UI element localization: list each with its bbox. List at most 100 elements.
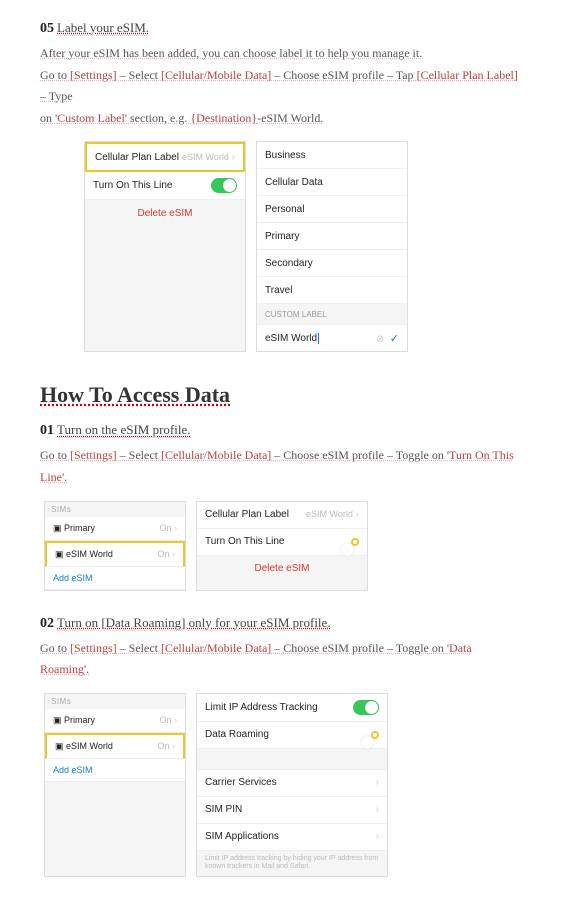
- limit-ip-row[interactable]: Limit IP Address Tracking: [197, 694, 387, 722]
- chevron-right-icon: ›: [376, 831, 379, 842]
- step-02-header: 02 Turn on [Data Roaming] only for your …: [40, 615, 523, 632]
- delete-esim-link[interactable]: Delete eSIM: [93, 208, 237, 219]
- add-esim-link[interactable]: Add eSIM: [53, 765, 93, 775]
- label: Turn On This Line: [93, 180, 172, 191]
- chevron-right-icon: ›: [174, 715, 177, 725]
- panel-02-right: Limit IP Address Tracking Data Roaming C…: [196, 693, 388, 877]
- sim-primary-row[interactable]: ▣ Primary On ›: [45, 517, 185, 541]
- delete-esim-row[interactable]: Delete eSIM: [197, 556, 367, 582]
- step-title: Label your eSIM.: [57, 20, 149, 36]
- chevron-right-icon: ›: [232, 152, 235, 163]
- step-02-body: Go to [Settings] – Select [Cellular/Mobi…: [40, 638, 523, 681]
- step-number: 05: [40, 21, 54, 36]
- kw-cellular: [Cellular/Mobile Data]: [161, 68, 271, 82]
- kw-cellular: [Cellular/Mobile Data]: [161, 641, 271, 655]
- sims-header: SIMs: [45, 502, 185, 517]
- label: SIM Applications: [205, 831, 279, 842]
- text: Go to: [40, 641, 70, 655]
- text: – Type: [40, 89, 73, 103]
- kw-custom-label: Custom Label: [57, 111, 125, 125]
- delete-esim-link[interactable]: Delete eSIM: [205, 563, 359, 574]
- label: Cellular Plan Label: [205, 509, 289, 520]
- label: Primary: [64, 715, 95, 725]
- section-title: How To Access Data: [40, 382, 523, 408]
- opt: Secondary: [265, 258, 313, 269]
- sim-esim-row[interactable]: ▣ eSIM World On ›: [45, 733, 185, 759]
- opt: Travel: [265, 285, 292, 296]
- label-option[interactable]: Primary: [257, 223, 407, 250]
- label: Data Roaming: [205, 729, 269, 740]
- panel-01: SIMs ▣ Primary On › ▣ eSIM World On › Ad…: [44, 501, 523, 591]
- label-option[interactable]: Personal: [257, 196, 407, 223]
- text: After your eSIM has been added, you can …: [40, 46, 422, 60]
- carrier-services-row[interactable]: Carrier Services ›: [197, 770, 387, 797]
- sim-esim-row[interactable]: ▣ eSIM World On ›: [45, 541, 185, 567]
- turn-on-line-row[interactable]: Turn On This Line: [85, 172, 245, 200]
- text: Go to: [40, 448, 70, 462]
- text: – Select: [117, 68, 161, 82]
- data-roaming-row[interactable]: Data Roaming: [197, 722, 387, 749]
- custom-label-header: CUSTOM LABEL: [257, 304, 407, 325]
- opt: Business: [265, 150, 306, 161]
- text: '.: [62, 470, 67, 484]
- step-05-header: 05 Label your eSIM.: [40, 20, 523, 37]
- cellular-plan-label-row[interactable]: Cellular Plan Label eSIM World ›: [197, 502, 367, 529]
- custom-label-value: eSIM World: [265, 333, 319, 344]
- label-option[interactable]: Secondary: [257, 250, 407, 277]
- step-title: Turn on [Data Roaming] only for your eSI…: [57, 615, 331, 631]
- label: Turn On This Line: [205, 536, 284, 547]
- kw-destination: {Destination}: [190, 111, 257, 125]
- label: Primary: [64, 523, 95, 533]
- sims-header: SIMs: [45, 694, 185, 709]
- sim-applications-row[interactable]: SIM Applications ›: [197, 824, 387, 851]
- panel-02: SIMs ▣ Primary On › ▣ eSIM World On › Ad…: [44, 693, 523, 877]
- kw-settings: [Settings]: [70, 68, 117, 82]
- text: on ': [40, 111, 57, 125]
- toggle-on-icon[interactable]: [211, 178, 237, 193]
- panel-01-left: SIMs ▣ Primary On › ▣ eSIM World On › Ad…: [44, 501, 186, 591]
- text: – Select: [117, 448, 161, 462]
- panel-01-right: Cellular Plan Label eSIM World › Turn On…: [196, 501, 368, 591]
- spacer: [197, 749, 387, 770]
- chevron-right-icon: ›: [356, 509, 359, 520]
- value: eSIM World: [306, 509, 353, 519]
- clear-icon[interactable]: ⊘: [376, 334, 384, 345]
- label: Cellular Plan Label: [95, 152, 179, 163]
- chevron-right-icon: ›: [172, 549, 175, 559]
- sim-pin-row[interactable]: SIM PIN ›: [197, 797, 387, 824]
- status: On: [159, 715, 171, 725]
- chevron-right-icon: ›: [174, 523, 177, 533]
- status: On: [157, 549, 169, 559]
- panel-05-left: Cellular Plan Label eSIM World › Turn On…: [84, 141, 246, 352]
- value: eSIM World: [182, 152, 229, 162]
- text: ' section, e.g.: [125, 111, 190, 125]
- cellular-plan-label-row[interactable]: Cellular Plan Label eSIM World ›: [85, 142, 245, 172]
- panel-05: Cellular Plan Label eSIM World › Turn On…: [84, 141, 523, 352]
- label-option[interactable]: Cellular Data: [257, 169, 407, 196]
- label-option[interactable]: Business: [257, 142, 407, 169]
- toggle-on-icon[interactable]: [353, 700, 379, 715]
- check-icon[interactable]: ✓: [390, 333, 399, 345]
- step-title: Turn on the eSIM profile.: [57, 422, 191, 438]
- footer-note: Limit IP address tracking by hiding your…: [197, 851, 387, 876]
- text: Go to: [40, 68, 70, 82]
- step-number: 01: [40, 423, 54, 438]
- label: eSIM World: [66, 741, 113, 751]
- add-esim-row[interactable]: Add eSIM: [45, 567, 185, 590]
- chevron-right-icon: ›: [172, 741, 175, 751]
- text: – Choose eSIM profile – Tap: [271, 68, 416, 82]
- status: On: [157, 741, 169, 751]
- turn-on-line-row[interactable]: Turn On This Line: [197, 529, 367, 556]
- add-esim-row[interactable]: Add eSIM: [45, 759, 185, 782]
- status: On: [159, 523, 171, 533]
- label: SIM PIN: [205, 804, 242, 815]
- label-option[interactable]: Travel: [257, 277, 407, 304]
- delete-esim-row[interactable]: Delete eSIM: [85, 200, 245, 226]
- sim-primary-row[interactable]: ▣ Primary On ›: [45, 709, 185, 733]
- custom-label-input-row[interactable]: eSIM World ⊘ ✓: [257, 325, 407, 351]
- opt: Primary: [265, 231, 299, 242]
- add-esim-link[interactable]: Add eSIM: [53, 573, 93, 583]
- label: Carrier Services: [205, 777, 277, 788]
- step-01-header: 01 Turn on the eSIM profile.: [40, 422, 523, 439]
- chevron-right-icon: ›: [376, 777, 379, 788]
